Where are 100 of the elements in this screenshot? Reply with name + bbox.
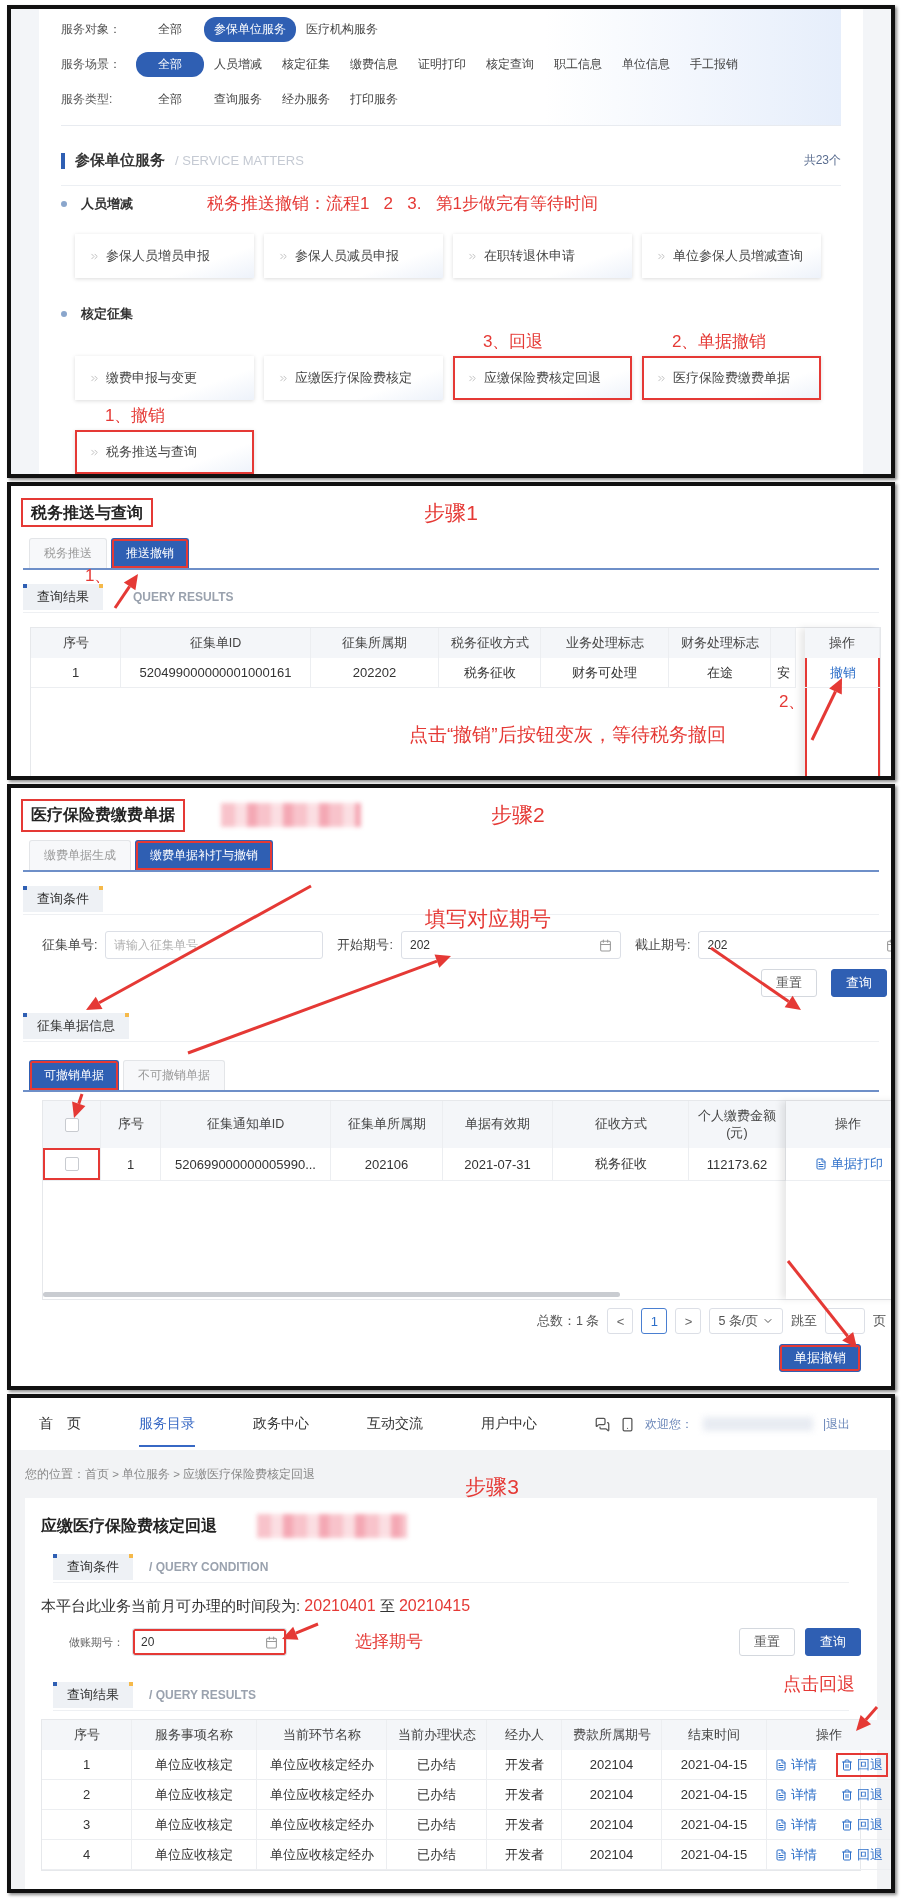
step-label: 步骤1 [424,500,478,526]
column-header: 当前环节名称 [257,1720,387,1750]
scrollbar[interactable] [43,1292,620,1297]
service-card[interactable]: 税务推送与查询 [75,430,254,474]
column-header: 操作 [786,1101,891,1148]
nav-item[interactable]: 用户中心 [481,1401,537,1447]
annotation-text: 点击回退 [783,1674,855,1696]
service-card[interactable]: 应缴医疗保险费核定 [264,356,443,400]
column-header: 个人缴费金额(元) [689,1101,786,1148]
table-cell: 202104 [562,1780,662,1810]
rollback-link[interactable]: 回退 [836,1782,888,1807]
document-icon [775,1848,787,1861]
filter-option[interactable]: 打印服务 [340,87,408,112]
service-card[interactable]: 参保人员增员申报 [75,234,254,278]
filter-label: 服务场景： [61,56,122,73]
service-card[interactable]: 参保人员减员申报 [264,234,443,278]
nav-item[interactable]: 政务中心 [253,1401,309,1447]
filter-option[interactable]: 参保单位服务 [204,17,296,42]
nav-item[interactable]: 互动交流 [367,1401,423,1447]
date-field[interactable]: 202 [698,931,891,959]
table-cell: 开发者 [487,1750,562,1780]
service-card[interactable]: 缴费申报与变更 [75,356,254,400]
tab[interactable]: 可撤销单据 [29,1060,119,1090]
column-header: 征集通知单ID [161,1101,331,1148]
annotation-text: 2、单据撤销 [671,332,768,353]
filter-option[interactable]: 证明打印 [408,52,476,77]
detail-link[interactable]: 详情 [770,1812,822,1837]
service-card[interactable]: 医疗保险费缴费单据 [642,356,821,400]
table-cell: 单位应收核定经办 [257,1840,387,1870]
service-card[interactable]: 单位参保人员增减查询 [642,234,821,278]
tab[interactable]: 缴费单据补打与撤销 [135,840,273,870]
page-size-select[interactable]: 5 条/页 [709,1308,784,1334]
filter-label: 服务类型: [61,91,114,108]
filter-option[interactable]: 单位信息 [612,52,680,77]
reset-button[interactable]: 重置 [761,969,817,997]
filter-option[interactable]: 职工信息 [544,52,612,77]
annotation-text: 税务推送撤销：流程1 2 3. 第1步做完有等待时间 [207,193,599,215]
rollback-link[interactable]: 回退 [836,1842,888,1867]
revoke-link[interactable]: 撤销 [829,663,856,682]
trash-icon [841,1818,853,1831]
table-cell: 安 [771,658,796,688]
reset-button[interactable]: 重置 [739,1628,795,1656]
filter-option[interactable]: 人员增减 [204,52,272,77]
next-page-button[interactable]: > [675,1308,702,1334]
filter-option[interactable]: 全部 [136,17,204,42]
filter-option[interactable]: 缴费信息 [340,52,408,77]
logout-link[interactable]: |退出 [823,1415,851,1433]
detail-link[interactable]: 详情 [770,1842,822,1867]
filter-option[interactable]: 核定征集 [272,52,340,77]
table-cell: 202106 [331,1148,443,1181]
print-link[interactable]: 单据打印 [814,1155,883,1173]
filter-option[interactable]: 核定查询 [476,52,544,77]
service-card[interactable]: 应缴保险费核定回退 [453,356,632,400]
document-icon [775,1758,787,1771]
column-header: 经办人 [487,1720,562,1750]
checkbox[interactable] [64,1117,79,1132]
date-field[interactable]: 202 [400,931,621,959]
section-subtitle: / QUERY RESULTS [149,1688,257,1702]
table-cell: 税务征收 [553,1148,689,1181]
revoke-button[interactable]: 单据撤销 [779,1344,861,1372]
phone-icon[interactable] [620,1416,635,1432]
detail-link[interactable]: 详情 [770,1782,822,1807]
table-cell: 2021-04-15 [662,1840,767,1870]
column-header: 单据有效期 [443,1101,553,1148]
search-button[interactable]: 查询 [805,1628,861,1656]
tab[interactable]: 推送撤销 [111,538,189,568]
filter-option[interactable]: 手工报销 [680,52,748,77]
section-marker [61,152,65,169]
column-header: 序号 [101,1101,161,1148]
detail-link[interactable]: 详情 [770,1752,822,1777]
rollback-link[interactable]: 回退 [836,1812,888,1837]
table-cell: 1 [101,1148,161,1181]
step-label: 步骤3 [465,1474,519,1500]
service-card[interactable]: 在职转退休申请 [453,234,632,278]
nav-item[interactable]: 服务目录 [139,1401,195,1447]
table-cell: 3 [42,1810,132,1840]
page-title: 应缴医疗保险费核定回退 [41,1515,217,1536]
nav-item[interactable]: 首 页 [39,1401,81,1447]
filter-option[interactable]: 查询服务 [204,87,272,112]
filter-option[interactable]: 全部 [136,52,204,77]
filter-option[interactable]: 全部 [136,87,204,112]
section-title: 查询结果 [53,1682,133,1708]
table-cell: 520499000000001000161 [121,658,311,688]
date-field[interactable]: 20 [132,1628,287,1656]
search-button[interactable]: 查询 [831,969,887,997]
checkbox[interactable] [64,1157,79,1171]
page-button[interactable]: 1 [641,1308,668,1334]
step-label: 步骤2 [491,802,545,828]
page-input[interactable] [825,1308,866,1334]
table-cell: 2021-04-15 [662,1780,767,1810]
table-cell: 202104 [562,1810,662,1840]
prev-page-button[interactable]: < [607,1308,634,1334]
section-subtitle: / SERVICE MATTERS [175,153,304,168]
filter-option[interactable]: 经办服务 [272,87,340,112]
page-title: 税务推送与查询 [21,497,153,527]
filter-option[interactable]: 医疗机构服务 [296,17,388,42]
table-cell: 2021-07-31 [443,1148,553,1181]
chat-icon[interactable] [595,1416,610,1432]
rollback-link[interactable]: 回退 [836,1752,888,1777]
column-header: 征集单ID [121,628,311,658]
